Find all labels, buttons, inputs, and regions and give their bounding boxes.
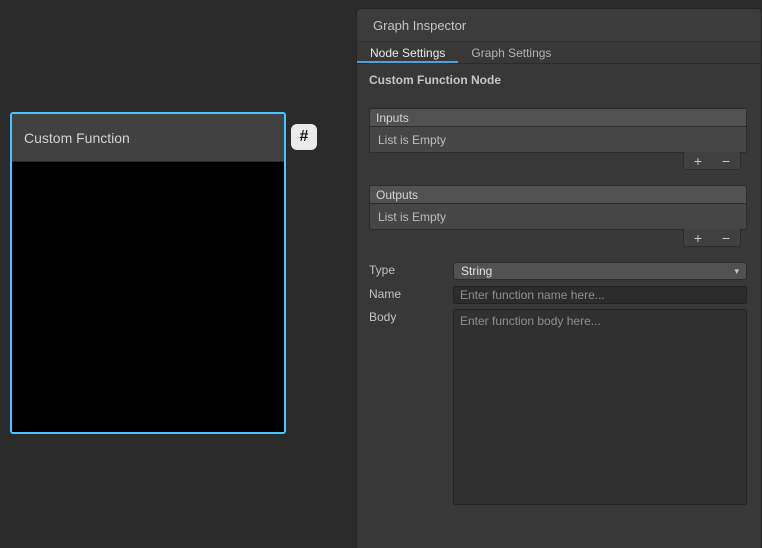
node-preview-area <box>12 162 284 432</box>
name-label: Name <box>369 286 401 303</box>
outputs-list-title: Outputs <box>376 188 418 202</box>
inspector-title: Graph Inspector <box>373 18 466 33</box>
inspector-tabs: Node Settings Graph Settings <box>357 42 761 64</box>
type-dropdown-value: String <box>461 264 492 278</box>
inputs-list-title: Inputs <box>376 111 409 125</box>
inputs-list: Inputs List is Empty <box>369 108 747 153</box>
inputs-empty-row: List is Empty <box>370 127 746 152</box>
inputs-list-header: Inputs <box>370 109 746 127</box>
function-body-input[interactable] <box>453 309 747 505</box>
inputs-list-toolbar: + − <box>683 152 741 170</box>
outputs-add-button[interactable]: + <box>684 229 712 246</box>
graph-inspector-panel: Graph Inspector Node Settings Graph Sett… <box>356 8 762 548</box>
outputs-list-header: Outputs <box>370 186 746 204</box>
inputs-add-button[interactable]: + <box>684 152 712 169</box>
tab-graph-settings[interactable]: Graph Settings <box>458 42 564 63</box>
custom-function-node[interactable]: Custom Function <box>10 112 286 434</box>
outputs-list: Outputs List is Empty <box>369 185 747 230</box>
type-label: Type <box>369 262 395 279</box>
inputs-empty-text: List is Empty <box>378 133 446 147</box>
tab-graph-settings-label: Graph Settings <box>471 46 551 60</box>
node-settings-heading: Custom Function Node <box>369 73 501 87</box>
outputs-empty-text: List is Empty <box>378 210 446 224</box>
inspector-header[interactable]: Graph Inspector <box>357 9 761 42</box>
outputs-list-toolbar: + − <box>683 229 741 247</box>
type-dropdown[interactable]: String ▾ <box>453 262 747 280</box>
node-hash-badge[interactable]: # <box>291 124 317 150</box>
node-header[interactable]: Custom Function <box>12 114 284 162</box>
outputs-empty-row: List is Empty <box>370 204 746 229</box>
inputs-remove-button[interactable]: − <box>712 152 740 169</box>
body-label: Body <box>369 310 396 324</box>
outputs-remove-button[interactable]: − <box>712 229 740 246</box>
chevron-down-icon: ▾ <box>734 266 739 277</box>
tab-node-settings[interactable]: Node Settings <box>357 42 458 63</box>
node-settings-content: Custom Function Node Inputs List is Empt… <box>357 64 761 548</box>
hash-icon: # <box>300 128 309 146</box>
shader-graph-window: Custom Function # Graph Inspector Node S… <box>0 0 762 548</box>
tab-node-settings-label: Node Settings <box>370 46 445 60</box>
function-name-input[interactable] <box>453 286 747 304</box>
node-title: Custom Function <box>24 130 130 146</box>
